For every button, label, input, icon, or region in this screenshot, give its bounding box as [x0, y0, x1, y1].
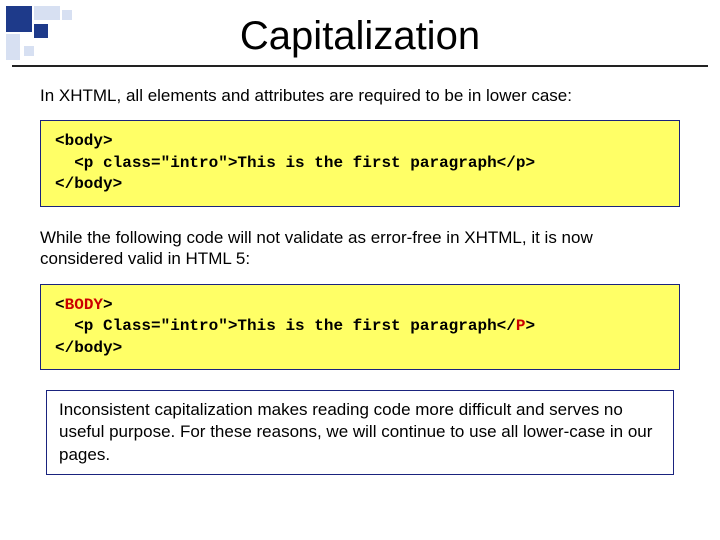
corner-decoration [6, 6, 126, 66]
middle-paragraph: While the following code will not valida… [40, 227, 680, 270]
code2-l1-close: > [103, 296, 113, 314]
code-example-1: <body> <p class="intro">This is the firs… [40, 120, 680, 207]
code1-line3: </body> [55, 175, 122, 193]
code1-line2: <p class="intro">This is the first parag… [55, 154, 535, 172]
code2-l1-body: BODY [65, 296, 103, 314]
code1-line1: <body> [55, 132, 113, 150]
code2-l1-open: < [55, 296, 65, 314]
note-text: Inconsistent capitalization makes readin… [59, 400, 652, 463]
note-box: Inconsistent capitalization makes readin… [46, 390, 674, 474]
intro-paragraph: In XHTML, all elements and attributes ar… [40, 85, 680, 106]
code-example-2: <BODY> <p Class="intro">This is the firs… [40, 284, 680, 371]
content-area: In XHTML, all elements and attributes ar… [0, 67, 720, 475]
code2-l2-b: > [525, 317, 535, 335]
slide: Capitalization In XHTML, all elements an… [0, 0, 720, 540]
code2-l2-a: <p Class="intro">This is the first parag… [55, 317, 516, 335]
code2-l3: </body> [55, 339, 122, 357]
